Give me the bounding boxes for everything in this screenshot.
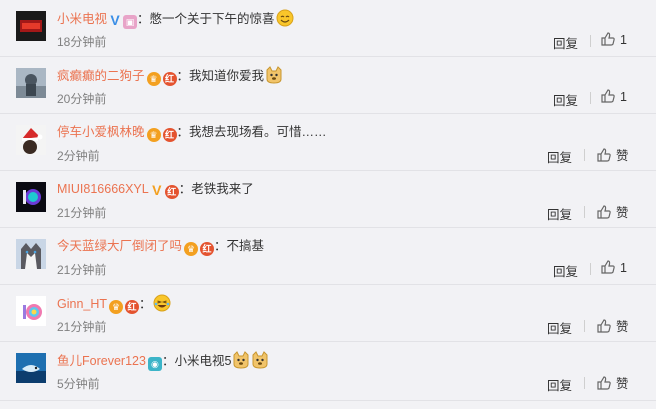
like-button[interactable]: 赞 bbox=[596, 145, 629, 164]
colon-separator: ： bbox=[176, 125, 190, 139]
crown-badge[interactable]: ♛ bbox=[109, 300, 124, 314]
comment-time: 21分钟前 bbox=[57, 320, 107, 334]
thumbs-up-icon bbox=[601, 260, 615, 274]
like-count: 1 bbox=[620, 261, 627, 275]
comment-row: Ginn_HT ♛ 红： 21分钟前 回复 赞 bbox=[0, 285, 656, 342]
red-badge[interactable]: 红 bbox=[162, 128, 177, 142]
username-link[interactable]: 停车小爱枫林晚 bbox=[57, 125, 145, 139]
like-label: 赞 bbox=[616, 149, 629, 163]
like-label: 赞 bbox=[616, 320, 629, 334]
doge-emoji bbox=[233, 351, 249, 369]
like-label: 赞 bbox=[616, 206, 629, 220]
divider bbox=[590, 35, 591, 47]
red-badge[interactable]: 红 bbox=[162, 72, 177, 86]
divider bbox=[584, 149, 585, 161]
comment-time: 5分钟前 bbox=[57, 377, 100, 391]
comment-text: 憋一个关于下午的惊喜 bbox=[149, 12, 275, 26]
like-button[interactable]: 1 bbox=[600, 31, 627, 47]
comment-row: 疯癫癫的二狗子 ♛ 红：我知道你爱我 20分钟前 回复 1 bbox=[0, 57, 656, 114]
divider bbox=[590, 92, 591, 104]
thumbs-up-icon bbox=[597, 205, 611, 219]
comment-time: 20分钟前 bbox=[57, 92, 107, 106]
comment-text: 我知道你爱我 bbox=[189, 69, 265, 83]
comment-text: 老铁我来了 bbox=[191, 182, 254, 196]
laugh-emoji bbox=[153, 294, 171, 312]
comment-row: 今天蓝绿大厂倒闭了吗 ♛ 红：不搞基 21分钟前 回复 1 bbox=[0, 228, 656, 285]
crown-badge[interactable]: ♛ bbox=[184, 242, 199, 256]
avatar[interactable] bbox=[16, 353, 46, 383]
avatar[interactable] bbox=[16, 296, 46, 326]
comment-time: 21分钟前 bbox=[57, 263, 107, 277]
comment-text: 我想去现场看。可惜…… bbox=[189, 125, 327, 139]
colon-separator: ： bbox=[178, 182, 192, 196]
avatar[interactable] bbox=[16, 125, 46, 155]
reply-button[interactable]: 回复 bbox=[547, 318, 572, 337]
username-link[interactable]: 疯癫癫的二狗子 bbox=[57, 69, 145, 83]
comment-row: 鱼儿Forever123 ◉ ：小米电视5 5分钟前 回复 赞 bbox=[0, 342, 656, 409]
like-button[interactable]: 赞 bbox=[596, 202, 629, 221]
red-badge[interactable]: 红 bbox=[164, 185, 179, 199]
username-link[interactable]: 鱼儿Forever123 bbox=[57, 354, 146, 368]
reply-button[interactable]: 回复 bbox=[547, 375, 572, 394]
like-label: 赞 bbox=[616, 377, 629, 391]
thumbs-up-icon bbox=[601, 32, 615, 46]
comment-list: 小米电视 V ▣ ：憋一个关于下午的惊喜 18分钟前 回复 1 疯癫癫的二狗子 ♛ 红：我… bbox=[0, 0, 656, 409]
reply-button[interactable]: 回复 bbox=[553, 90, 578, 109]
comment-row: MIUI816666XYL V 红：老铁我来了 21分钟前 回复 赞 bbox=[0, 171, 656, 228]
crown-badge[interactable]: ♛ bbox=[146, 128, 161, 142]
avatar[interactable] bbox=[16, 11, 46, 41]
colon-separator: ： bbox=[137, 12, 150, 26]
comment-row: 小米电视 V ▣ ：憋一个关于下午的惊喜 18分钟前 回复 1 bbox=[0, 0, 656, 57]
verified-v-badge[interactable]: V bbox=[151, 183, 163, 197]
red-badge[interactable]: 红 bbox=[125, 300, 140, 314]
username-link[interactable]: 小米电视 bbox=[57, 12, 107, 26]
crown-badge[interactable]: ♛ bbox=[146, 72, 161, 86]
reply-button[interactable]: 回复 bbox=[547, 147, 572, 166]
avatar[interactable] bbox=[16, 68, 46, 98]
thumbs-up-icon bbox=[597, 148, 611, 162]
avatar[interactable] bbox=[16, 182, 46, 212]
reply-button[interactable]: 回复 bbox=[547, 204, 572, 223]
divider bbox=[584, 320, 585, 332]
colon-separator: ： bbox=[139, 297, 152, 311]
divider bbox=[590, 263, 591, 275]
smile-emoji bbox=[276, 9, 294, 27]
like-button[interactable]: 赞 bbox=[596, 316, 629, 335]
thumbs-up-icon bbox=[597, 376, 611, 390]
doge-emoji bbox=[252, 351, 268, 369]
like-button[interactable]: 1 bbox=[600, 88, 627, 104]
like-button[interactable]: 赞 bbox=[596, 373, 629, 392]
like-count: 1 bbox=[620, 33, 627, 47]
red-badge[interactable]: 红 bbox=[200, 242, 215, 256]
thumbs-up-icon bbox=[597, 319, 611, 333]
divider bbox=[584, 377, 585, 389]
reply-button[interactable]: 回复 bbox=[553, 33, 578, 52]
comment-time: 21分钟前 bbox=[57, 206, 107, 220]
comment-time: 2分钟前 bbox=[57, 149, 100, 163]
colon-separator: ： bbox=[161, 354, 175, 368]
colon-separator: ： bbox=[176, 69, 190, 83]
thumbs-up-icon bbox=[601, 89, 615, 103]
username-link[interactable]: 今天蓝绿大厂倒闭了吗 bbox=[57, 239, 182, 253]
comment-text: 小米电视5 bbox=[174, 354, 232, 368]
username-link[interactable]: MIUI816666XYL bbox=[57, 182, 149, 196]
comment-row: 停车小爱枫林晚 ♛ 红：我想去现场看。可惜…… 2分钟前 回复 赞 bbox=[0, 114, 656, 171]
verified-v-badge[interactable]: V bbox=[109, 13, 121, 27]
like-button[interactable]: 1 bbox=[600, 259, 627, 275]
colon-separator: ： bbox=[214, 239, 227, 253]
divider bbox=[584, 206, 585, 218]
comment-time: 18分钟前 bbox=[57, 35, 107, 49]
tv-member-badge[interactable]: ▣ bbox=[123, 15, 138, 29]
avatar[interactable] bbox=[16, 239, 46, 269]
comment-text: 不搞基 bbox=[226, 239, 265, 253]
camera-badge[interactable]: ◉ bbox=[147, 357, 162, 371]
username-link[interactable]: Ginn_HT bbox=[57, 297, 107, 311]
like-count: 1 bbox=[620, 90, 627, 104]
doge-emoji bbox=[266, 66, 282, 84]
reply-button[interactable]: 回复 bbox=[553, 261, 578, 280]
divider bbox=[0, 400, 656, 401]
